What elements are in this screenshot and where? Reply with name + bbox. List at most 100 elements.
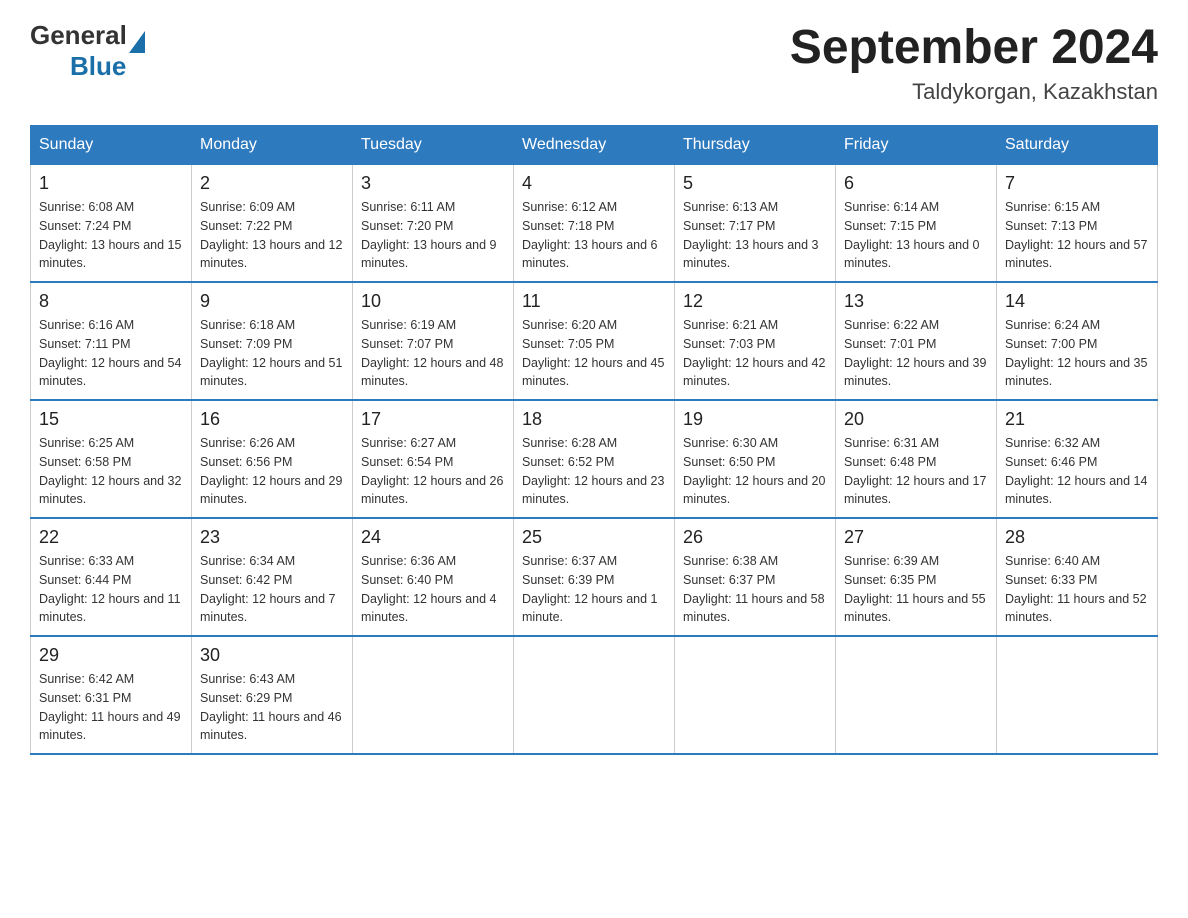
day-info: Sunrise: 6:36 AMSunset: 6:40 PMDaylight:…	[361, 552, 505, 627]
location: Taldykorgan, Kazakhstan	[790, 79, 1158, 105]
day-number: 29	[39, 645, 183, 666]
day-number: 4	[522, 173, 666, 194]
calendar-cell: 27 Sunrise: 6:39 AMSunset: 6:35 PMDayligh…	[836, 518, 997, 636]
calendar-cell: 11 Sunrise: 6:20 AMSunset: 7:05 PMDayligh…	[514, 282, 675, 400]
day-number: 20	[844, 409, 988, 430]
day-info: Sunrise: 6:18 AMSunset: 7:09 PMDaylight:…	[200, 316, 344, 391]
calendar-cell: 23Sunrise: 6:34 AMSunset: 6:42 PMDayligh…	[192, 518, 353, 636]
day-info: Sunrise: 6:28 AMSunset: 6:52 PMDaylight:…	[522, 434, 666, 509]
col-header-wednesday: Wednesday	[514, 126, 675, 165]
calendar-cell: 9 Sunrise: 6:18 AMSunset: 7:09 PMDaylight…	[192, 282, 353, 400]
calendar-cell: 18 Sunrise: 6:28 AMSunset: 6:52 PMDayligh…	[514, 400, 675, 518]
calendar-cell: 10 Sunrise: 6:19 AMSunset: 7:07 PMDayligh…	[353, 282, 514, 400]
day-info: Sunrise: 6:14 AMSunset: 7:15 PMDaylight:…	[844, 198, 988, 273]
logo-text-general: General	[30, 20, 127, 51]
day-number: 15	[39, 409, 183, 430]
day-number: 3	[361, 173, 505, 194]
day-info: Sunrise: 6:37 AMSunset: 6:39 PMDaylight:…	[522, 552, 666, 627]
calendar-cell: 8Sunrise: 6:16 AMSunset: 7:11 PMDaylight…	[31, 282, 192, 400]
calendar-cell: 29 Sunrise: 6:42 AMSunset: 6:31 PMDayligh…	[31, 636, 192, 754]
day-number: 23	[200, 527, 344, 548]
day-number: 22	[39, 527, 183, 548]
calendar-cell: 30Sunrise: 6:43 AMSunset: 6:29 PMDayligh…	[192, 636, 353, 754]
week-row-2: 8Sunrise: 6:16 AMSunset: 7:11 PMDaylight…	[31, 282, 1158, 400]
calendar-cell: 12Sunrise: 6:21 AMSunset: 7:03 PMDayligh…	[675, 282, 836, 400]
col-header-saturday: Saturday	[997, 126, 1158, 165]
day-number: 18	[522, 409, 666, 430]
day-info: Sunrise: 6:12 AMSunset: 7:18 PMDaylight:…	[522, 198, 666, 273]
calendar-cell: 20Sunrise: 6:31 AMSunset: 6:48 PMDayligh…	[836, 400, 997, 518]
day-number: 13	[844, 291, 988, 312]
calendar-cell: 17 Sunrise: 6:27 AMSunset: 6:54 PMDayligh…	[353, 400, 514, 518]
calendar-cell: 26 Sunrise: 6:38 AMSunset: 6:37 PMDayligh…	[675, 518, 836, 636]
calendar-cell	[675, 636, 836, 754]
day-info: Sunrise: 6:19 AMSunset: 7:07 PMDaylight:…	[361, 316, 505, 391]
logo: General Blue	[30, 20, 145, 82]
day-info: Sunrise: 6:24 AMSunset: 7:00 PMDaylight:…	[1005, 316, 1149, 391]
day-info: Sunrise: 6:20 AMSunset: 7:05 PMDaylight:…	[522, 316, 666, 391]
calendar-cell: 2 Sunrise: 6:09 AMSunset: 7:22 PMDaylight…	[192, 165, 353, 283]
calendar-cell: 7 Sunrise: 6:15 AMSunset: 7:13 PMDaylight…	[997, 165, 1158, 283]
week-row-4: 22 Sunrise: 6:33 AMSunset: 6:44 PMDayligh…	[31, 518, 1158, 636]
day-number: 10	[361, 291, 505, 312]
calendar-cell: 13 Sunrise: 6:22 AMSunset: 7:01 PMDayligh…	[836, 282, 997, 400]
day-info: Sunrise: 6:38 AMSunset: 6:37 PMDaylight:…	[683, 552, 827, 627]
col-header-tuesday: Tuesday	[353, 126, 514, 165]
day-number: 2	[200, 173, 344, 194]
day-info: Sunrise: 6:32 AMSunset: 6:46 PMDaylight:…	[1005, 434, 1149, 509]
week-row-1: 1 Sunrise: 6:08 AMSunset: 7:24 PMDaylight…	[31, 165, 1158, 283]
day-info: Sunrise: 6:43 AMSunset: 6:29 PMDaylight:…	[200, 670, 344, 745]
day-number: 6	[844, 173, 988, 194]
col-header-friday: Friday	[836, 126, 997, 165]
day-number: 26	[683, 527, 827, 548]
calendar-cell	[514, 636, 675, 754]
calendar-cell	[997, 636, 1158, 754]
calendar-cell: 14 Sunrise: 6:24 AMSunset: 7:00 PMDayligh…	[997, 282, 1158, 400]
day-info: Sunrise: 6:09 AMSunset: 7:22 PMDaylight:…	[200, 198, 344, 273]
calendar-cell: 3 Sunrise: 6:11 AMSunset: 7:20 PMDaylight…	[353, 165, 514, 283]
day-number: 25	[522, 527, 666, 548]
day-number: 17	[361, 409, 505, 430]
page-header: General Blue September 2024 Taldykorgan,…	[30, 20, 1158, 105]
calendar-cell	[836, 636, 997, 754]
col-header-monday: Monday	[192, 126, 353, 165]
calendar-cell: 22 Sunrise: 6:33 AMSunset: 6:44 PMDayligh…	[31, 518, 192, 636]
day-number: 27	[844, 527, 988, 548]
week-row-5: 29 Sunrise: 6:42 AMSunset: 6:31 PMDayligh…	[31, 636, 1158, 754]
day-number: 11	[522, 291, 666, 312]
day-info: Sunrise: 6:22 AMSunset: 7:01 PMDaylight:…	[844, 316, 988, 391]
day-info: Sunrise: 6:40 AMSunset: 6:33 PMDaylight:…	[1005, 552, 1149, 627]
calendar-table: SundayMondayTuesdayWednesdayThursdayFrid…	[30, 125, 1158, 755]
calendar-header-row: SundayMondayTuesdayWednesdayThursdayFrid…	[31, 126, 1158, 165]
calendar-cell	[353, 636, 514, 754]
calendar-cell: 25 Sunrise: 6:37 AMSunset: 6:39 PMDayligh…	[514, 518, 675, 636]
day-number: 9	[200, 291, 344, 312]
calendar-cell: 16 Sunrise: 6:26 AMSunset: 6:56 PMDayligh…	[192, 400, 353, 518]
day-info: Sunrise: 6:26 AMSunset: 6:56 PMDaylight:…	[200, 434, 344, 509]
day-number: 1	[39, 173, 183, 194]
day-info: Sunrise: 6:08 AMSunset: 7:24 PMDaylight:…	[39, 198, 183, 273]
day-info: Sunrise: 6:13 AMSunset: 7:17 PMDaylight:…	[683, 198, 827, 273]
day-number: 7	[1005, 173, 1149, 194]
day-number: 14	[1005, 291, 1149, 312]
day-number: 21	[1005, 409, 1149, 430]
calendar-cell: 15 Sunrise: 6:25 AMSunset: 6:58 PMDayligh…	[31, 400, 192, 518]
day-number: 16	[200, 409, 344, 430]
calendar-cell: 4 Sunrise: 6:12 AMSunset: 7:18 PMDaylight…	[514, 165, 675, 283]
calendar-cell: 5Sunrise: 6:13 AMSunset: 7:17 PMDaylight…	[675, 165, 836, 283]
day-info: Sunrise: 6:42 AMSunset: 6:31 PMDaylight:…	[39, 670, 183, 745]
day-info: Sunrise: 6:25 AMSunset: 6:58 PMDaylight:…	[39, 434, 183, 509]
day-info: Sunrise: 6:11 AMSunset: 7:20 PMDaylight:…	[361, 198, 505, 273]
day-info: Sunrise: 6:15 AMSunset: 7:13 PMDaylight:…	[1005, 198, 1149, 273]
day-info: Sunrise: 6:33 AMSunset: 6:44 PMDaylight:…	[39, 552, 183, 627]
day-number: 12	[683, 291, 827, 312]
day-info: Sunrise: 6:30 AMSunset: 6:50 PMDaylight:…	[683, 434, 827, 509]
day-info: Sunrise: 6:27 AMSunset: 6:54 PMDaylight:…	[361, 434, 505, 509]
calendar-cell: 19 Sunrise: 6:30 AMSunset: 6:50 PMDayligh…	[675, 400, 836, 518]
day-number: 28	[1005, 527, 1149, 548]
month-year: September 2024	[790, 20, 1158, 75]
col-header-thursday: Thursday	[675, 126, 836, 165]
day-info: Sunrise: 6:39 AMSunset: 6:35 PMDaylight:…	[844, 552, 988, 627]
logo-text-blue: Blue	[70, 51, 126, 82]
day-number: 19	[683, 409, 827, 430]
